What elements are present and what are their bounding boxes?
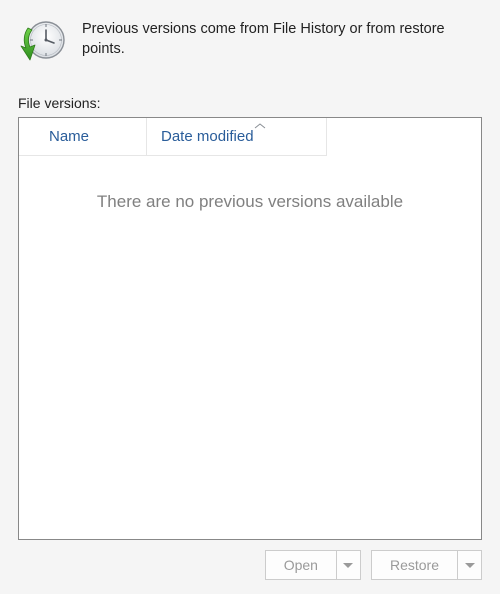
- description-text: Previous versions come from File History…: [82, 18, 482, 59]
- column-header-name[interactable]: Name: [19, 118, 147, 156]
- file-versions-list[interactable]: Name Date modified There are no previous…: [18, 117, 482, 540]
- restore-dropdown[interactable]: [457, 551, 481, 579]
- restore-button[interactable]: Restore: [372, 551, 457, 579]
- header-row: Previous versions come from File History…: [18, 18, 482, 67]
- empty-list-message: There are no previous versions available: [19, 156, 481, 212]
- open-button[interactable]: Open: [266, 551, 336, 579]
- column-header-spacer: [327, 118, 481, 156]
- restore-clock-icon: [20, 18, 66, 67]
- chevron-down-icon: [343, 563, 353, 568]
- file-versions-label: File versions:: [18, 95, 482, 111]
- button-row: Open Restore: [18, 550, 482, 580]
- column-header-date[interactable]: Date modified: [147, 118, 327, 156]
- open-split-button[interactable]: Open: [265, 550, 361, 580]
- chevron-down-icon: [465, 563, 475, 568]
- list-header-row: Name Date modified: [19, 118, 481, 156]
- restore-split-button[interactable]: Restore: [371, 550, 482, 580]
- open-dropdown[interactable]: [336, 551, 360, 579]
